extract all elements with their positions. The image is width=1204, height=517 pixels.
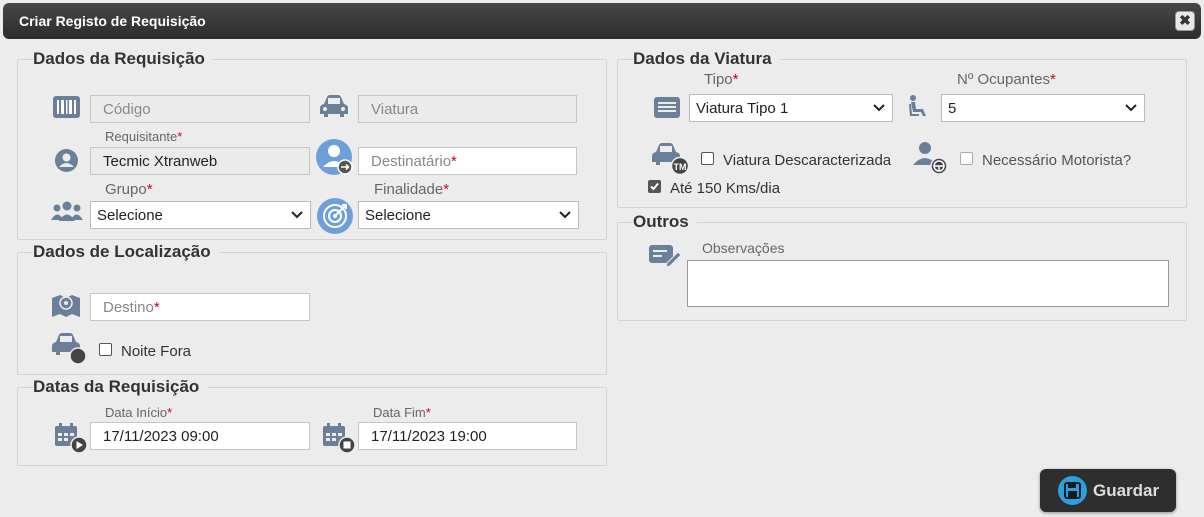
calendar-start-icon	[55, 423, 88, 454]
observacoes-label: Observações	[702, 240, 785, 256]
destinatario-user-icon[interactable]	[316, 139, 354, 177]
destino-input[interactable]: Destino*	[90, 293, 310, 321]
data-inicio-input[interactable]: 17/11/2023 09:00	[90, 422, 310, 450]
localizacao-legend: Dados de Localização	[33, 242, 211, 261]
viatura-input[interactable]: Viatura	[358, 95, 577, 123]
viatura-legend: Dados da Viatura	[633, 49, 772, 68]
tipo-select[interactable]: Viatura Tipo 1	[689, 94, 893, 122]
codigo-input[interactable]: Código	[90, 95, 310, 123]
finalidade-select[interactable]: Selecione	[358, 201, 579, 229]
grupo-select[interactable]: Selecione	[90, 201, 311, 229]
dialog-title: Criar Registo de Requisição	[19, 13, 206, 29]
kms-label: Até 150 Kms/dia	[670, 180, 781, 197]
car-icon	[320, 95, 348, 117]
chevron-down-icon	[559, 211, 571, 219]
svg-text:TM: TM	[674, 162, 687, 172]
dialog-titlebar: Criar Registo de Requisição ✖	[3, 3, 1201, 39]
target-icon	[317, 198, 353, 234]
edit-note-icon	[649, 245, 681, 267]
requisitante-input[interactable]: Tecmic Xtranweb	[90, 147, 310, 175]
noite-fora-label: Noite Fora	[121, 343, 192, 360]
outros-legend: Outros	[633, 212, 689, 231]
noite-fora-checkbox[interactable]	[99, 343, 112, 356]
group-icon	[51, 201, 83, 221]
requisitante-label: Requisitante*	[105, 129, 183, 144]
chevron-down-icon	[1125, 104, 1137, 112]
save-button[interactable]: Guardar	[1040, 469, 1176, 512]
grupo-label: Grupo*	[105, 181, 153, 198]
chevron-down-icon	[291, 211, 303, 219]
seat-icon	[909, 95, 926, 116]
car-tm-icon: TM	[652, 143, 690, 175]
chevron-down-icon	[873, 104, 885, 112]
data-fim-input[interactable]: 17/11/2023 19:00	[358, 422, 577, 450]
save-label: Guardar	[1093, 481, 1160, 500]
datas-legend: Datas da Requisição	[33, 377, 200, 396]
data-inicio-label: Data Início*	[105, 405, 173, 420]
destinatario-input[interactable]: Destinatário*	[358, 147, 577, 175]
card-list-icon	[654, 97, 680, 118]
check-icon	[650, 182, 659, 191]
descaracterizada-checkbox[interactable]	[701, 152, 714, 165]
map-pin-icon	[52, 295, 80, 317]
ocupantes-label: Nº Ocupantes*	[957, 71, 1056, 88]
requisicao-legend: Dados da Requisição	[33, 49, 205, 68]
close-button[interactable]: ✖	[1175, 11, 1195, 31]
kms-checkbox[interactable]	[648, 180, 661, 193]
floppy-disk-icon	[1058, 476, 1087, 505]
finalidade-label: Finalidade*	[374, 181, 450, 198]
car-night-icon	[52, 333, 87, 365]
data-fim-label: Data Fim*	[373, 405, 431, 420]
descaracterizada-label: Viatura Descaracterizada	[723, 152, 892, 169]
user-icon	[55, 149, 78, 172]
ocupantes-select[interactable]: 5	[941, 94, 1145, 122]
motorista-checkbox[interactable]	[960, 152, 973, 165]
calendar-end-icon	[323, 423, 356, 454]
driver-icon	[913, 142, 948, 175]
tipo-label: Tipo*	[704, 71, 739, 88]
barcode-icon	[53, 96, 80, 118]
observacoes-textarea[interactable]	[687, 260, 1169, 307]
motorista-label: Necessário Motorista?	[982, 152, 1132, 169]
